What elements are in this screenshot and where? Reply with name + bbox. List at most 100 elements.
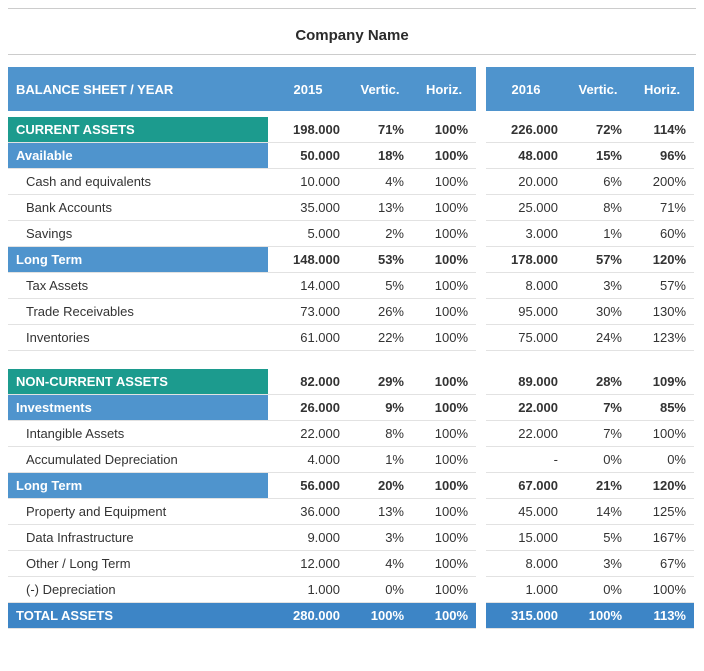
- val-h1: 100%: [412, 247, 476, 273]
- val-y2: 22.000: [486, 395, 566, 421]
- header-year-1: 2015: [268, 67, 348, 111]
- val-h1: 100%: [412, 473, 476, 499]
- val-v1: 13%: [348, 195, 412, 221]
- val-v1: 100%: [348, 603, 412, 629]
- val-v2: 100%: [566, 603, 630, 629]
- val-h2: 96%: [630, 143, 694, 169]
- line-item-label: Accumulated Depreciation: [8, 447, 268, 473]
- val-y2: 48.000: [486, 143, 566, 169]
- val-v1: 20%: [348, 473, 412, 499]
- val-y2: 226.000: [486, 117, 566, 143]
- val-v1: 22%: [348, 325, 412, 351]
- val-h2: 167%: [630, 525, 694, 551]
- val-y1: 148.000: [268, 247, 348, 273]
- val-y2: 75.000: [486, 325, 566, 351]
- val-y1: 198.000: [268, 117, 348, 143]
- val-y2: 3.000: [486, 221, 566, 247]
- val-v1: 26%: [348, 299, 412, 325]
- val-v2: 3%: [566, 551, 630, 577]
- val-y1: 14.000: [268, 273, 348, 299]
- val-h2: 120%: [630, 247, 694, 273]
- val-h2: 57%: [630, 273, 694, 299]
- val-y1: 280.000: [268, 603, 348, 629]
- val-y1: 12.000: [268, 551, 348, 577]
- val-y2: 95.000: [486, 299, 566, 325]
- header-year-2: 2016: [486, 67, 566, 111]
- val-y2: -: [486, 447, 566, 473]
- val-y2: 89.000: [486, 369, 566, 395]
- line-item-label: Property and Equipment: [8, 499, 268, 525]
- val-h2: 0%: [630, 447, 694, 473]
- line-item-label: (-) Depreciation: [8, 577, 268, 603]
- val-v2: 15%: [566, 143, 630, 169]
- val-v1: 13%: [348, 499, 412, 525]
- val-h2: 200%: [630, 169, 694, 195]
- val-h2: 125%: [630, 499, 694, 525]
- val-h2: 67%: [630, 551, 694, 577]
- line-item-label: Tax Assets: [8, 273, 268, 299]
- balance-sheet-table: BALANCE SHEET / YEAR2015Vertic.Horiz.201…: [8, 67, 696, 629]
- header-horiz-2: Horiz.: [630, 67, 694, 111]
- page-title: Company Name: [8, 21, 696, 54]
- val-v1: 71%: [348, 117, 412, 143]
- section-header: CURRENT ASSETS: [8, 117, 268, 143]
- val-h2: 120%: [630, 473, 694, 499]
- val-v2: 8%: [566, 195, 630, 221]
- val-h1: 100%: [412, 525, 476, 551]
- group-header: Long Term: [8, 247, 268, 273]
- val-h1: 100%: [412, 603, 476, 629]
- val-h2: 100%: [630, 577, 694, 603]
- header-label: BALANCE SHEET / YEAR: [8, 67, 268, 111]
- line-item-label: Intangible Assets: [8, 421, 268, 447]
- val-v2: 0%: [566, 577, 630, 603]
- val-v2: 14%: [566, 499, 630, 525]
- val-v2: 3%: [566, 273, 630, 299]
- val-y1: 36.000: [268, 499, 348, 525]
- val-v2: 5%: [566, 525, 630, 551]
- line-item-label: Data Infrastructure: [8, 525, 268, 551]
- val-h2: 100%: [630, 421, 694, 447]
- divider-bottom: [8, 54, 696, 55]
- val-y2: 67.000: [486, 473, 566, 499]
- val-v1: 3%: [348, 525, 412, 551]
- val-h1: 100%: [412, 551, 476, 577]
- val-h1: 100%: [412, 195, 476, 221]
- val-v2: 7%: [566, 421, 630, 447]
- val-y2: 315.000: [486, 603, 566, 629]
- val-y2: 178.000: [486, 247, 566, 273]
- val-h2: 130%: [630, 299, 694, 325]
- val-v2: 0%: [566, 447, 630, 473]
- line-item-label: Inventories: [8, 325, 268, 351]
- val-y1: 73.000: [268, 299, 348, 325]
- val-h1: 100%: [412, 369, 476, 395]
- val-h1: 100%: [412, 143, 476, 169]
- val-h1: 100%: [412, 577, 476, 603]
- header-horiz-1: Horiz.: [412, 67, 476, 111]
- line-item-label: Other / Long Term: [8, 551, 268, 577]
- val-v2: 57%: [566, 247, 630, 273]
- val-v2: 24%: [566, 325, 630, 351]
- val-y1: 5.000: [268, 221, 348, 247]
- val-v1: 29%: [348, 369, 412, 395]
- val-v2: 6%: [566, 169, 630, 195]
- group-header: Investments: [8, 395, 268, 421]
- val-h1: 100%: [412, 221, 476, 247]
- line-item-label: Bank Accounts: [8, 195, 268, 221]
- val-y1: 26.000: [268, 395, 348, 421]
- val-h1: 100%: [412, 325, 476, 351]
- val-h2: 123%: [630, 325, 694, 351]
- val-y1: 35.000: [268, 195, 348, 221]
- val-v2: 21%: [566, 473, 630, 499]
- val-h1: 100%: [412, 499, 476, 525]
- total-label: TOTAL ASSETS: [8, 603, 268, 629]
- val-y1: 50.000: [268, 143, 348, 169]
- val-h1: 100%: [412, 117, 476, 143]
- line-item-label: Savings: [8, 221, 268, 247]
- val-h2: 71%: [630, 195, 694, 221]
- section-header: NON-CURRENT ASSETS: [8, 369, 268, 395]
- val-y1: 22.000: [268, 421, 348, 447]
- val-v2: 7%: [566, 395, 630, 421]
- val-v1: 4%: [348, 169, 412, 195]
- val-h2: 85%: [630, 395, 694, 421]
- val-y2: 8.000: [486, 273, 566, 299]
